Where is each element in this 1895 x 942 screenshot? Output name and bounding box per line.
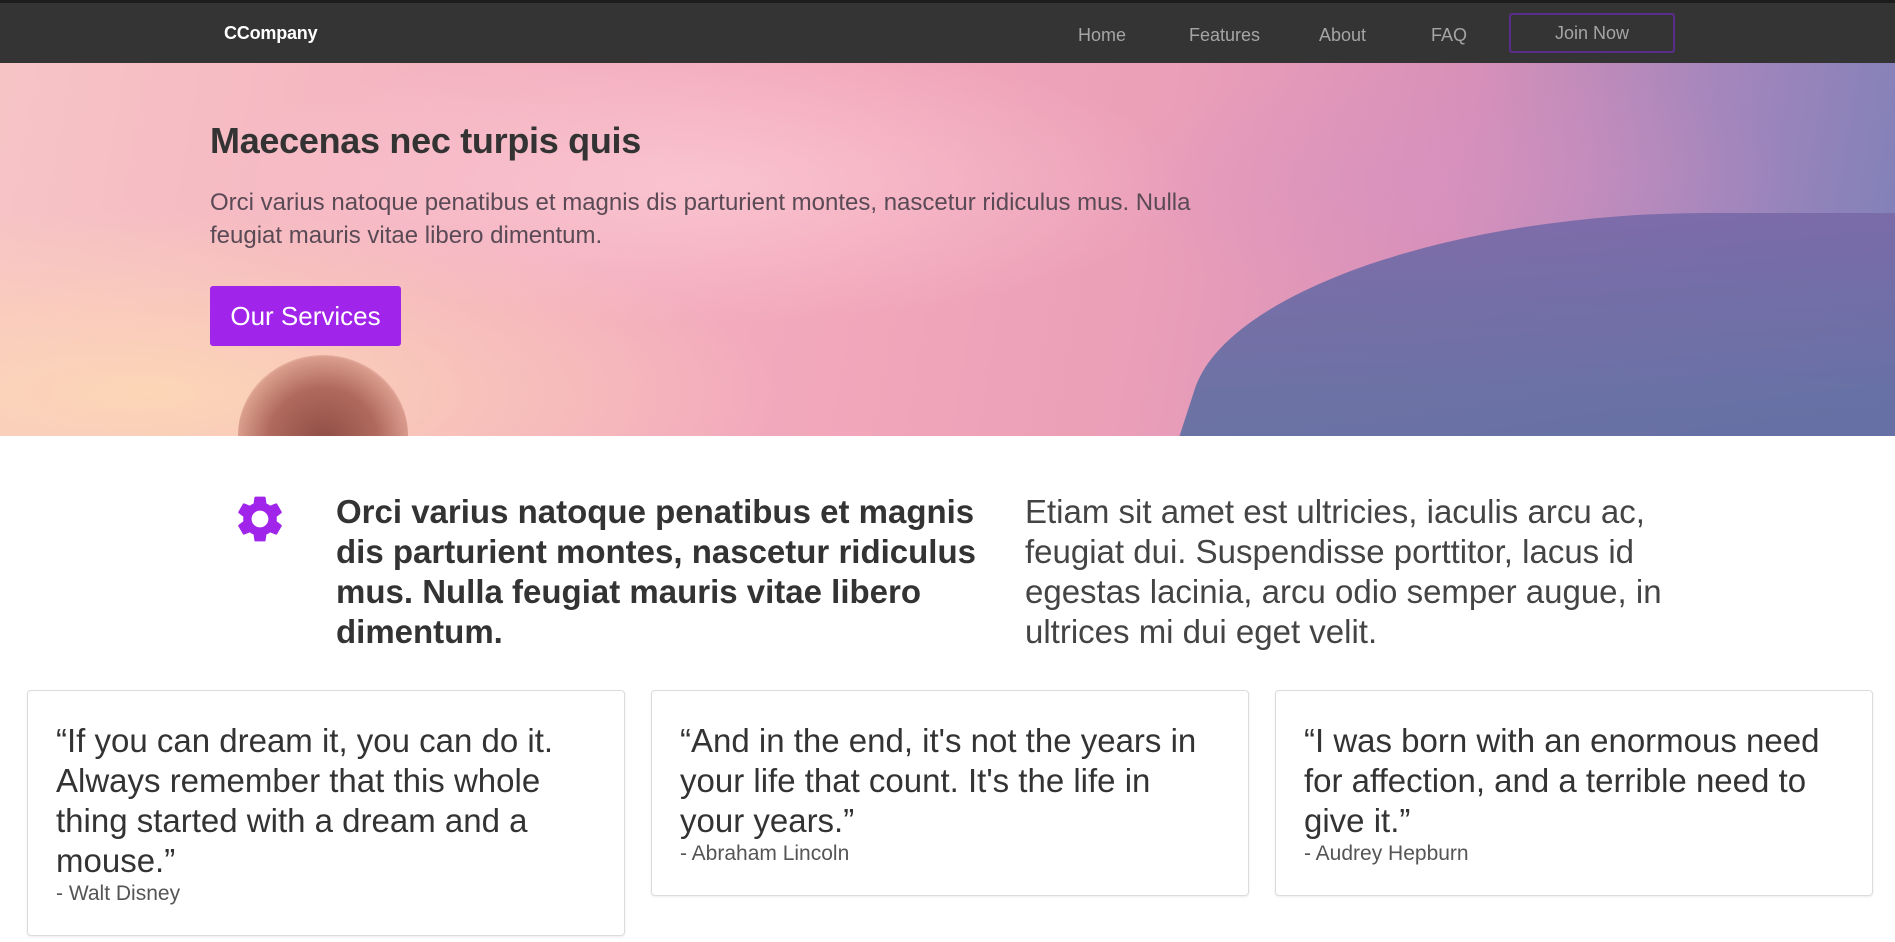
top-navbar: CCompany Home Features About FAQ Join No… <box>0 0 1895 63</box>
testimonial-card-disney: “If you can dream it, you can do it. Alw… <box>27 690 625 936</box>
nav-link-faq[interactable]: FAQ <box>1431 25 1467 46</box>
nav-link-home[interactable]: Home <box>1078 25 1126 46</box>
gear-icon <box>238 496 282 542</box>
testimonial-quote: “I was born with an enormous need for af… <box>1304 722 1820 839</box>
hero-title: Maecenas nec turpis quis <box>210 120 641 161</box>
testimonial-author: - Abraham Lincoln <box>680 842 850 865</box>
feature-description: Etiam sit amet est ultricies, iaculis ar… <box>1025 493 1662 650</box>
testimonial-card-hepburn: “I was born with an enormous need for af… <box>1275 690 1873 896</box>
nav-link-features[interactable]: Features <box>1189 25 1260 46</box>
feature-heading: Orci varius natoque penatibus et magnis … <box>336 493 976 650</box>
testimonial-quote: “If you can dream it, you can do it. Alw… <box>56 722 554 879</box>
testimonial-quote: “And in the end, it's not the years in y… <box>680 722 1197 839</box>
nav-link-about[interactable]: About <box>1319 25 1366 46</box>
brand-logo[interactable]: CCompany <box>224 23 318 44</box>
testimonial-author: - Walt Disney <box>56 882 181 905</box>
our-services-button[interactable]: Our Services <box>210 286 401 346</box>
testimonial-card-lincoln: “And in the end, it's not the years in y… <box>651 690 1249 896</box>
hero-description: Orci varius natoque penatibus et magnis … <box>210 189 1191 249</box>
join-now-button[interactable]: Join Now <box>1509 13 1675 53</box>
testimonial-author: - Audrey Hepburn <box>1304 842 1469 865</box>
